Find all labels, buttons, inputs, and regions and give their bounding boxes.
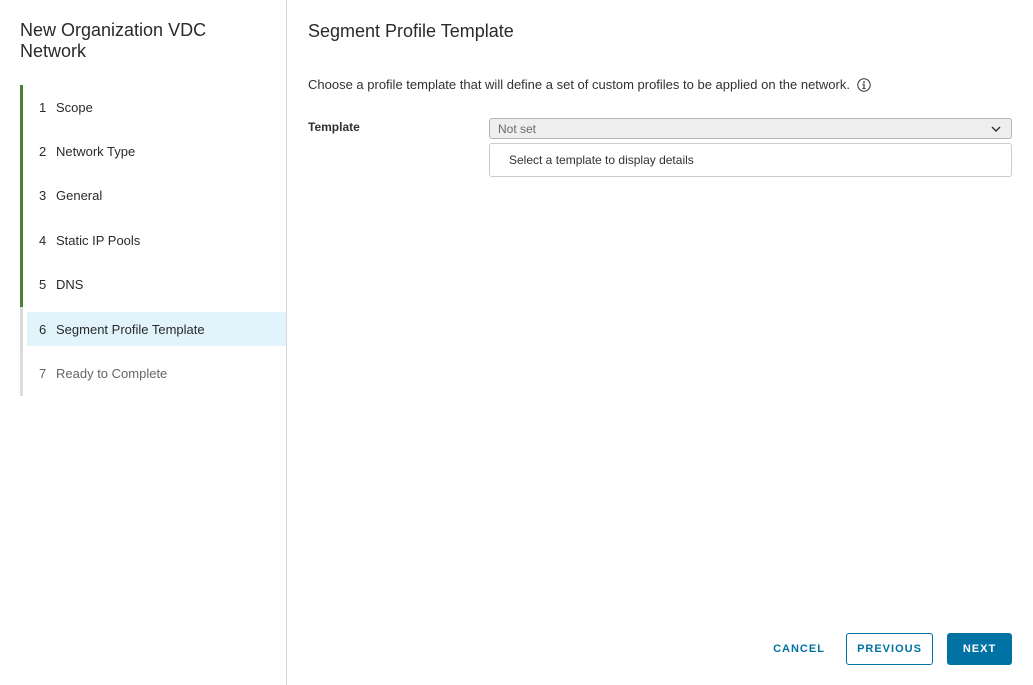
previous-button[interactable]: PREVIOUS <box>846 633 933 665</box>
template-select-value: Not set <box>498 121 537 136</box>
step-general[interactable]: 3 General <box>20 173 286 219</box>
step-number: 4 <box>39 232 47 248</box>
next-button[interactable]: NEXT <box>947 633 1012 665</box>
step-label: Network Type <box>56 144 136 160</box>
step-dns[interactable]: 5 DNS <box>20 262 286 307</box>
page-title: Segment Profile Template <box>308 21 514 41</box>
step-number: 6 <box>39 321 47 337</box>
step-ready-to-complete[interactable]: 7 Ready to Complete <box>20 351 286 396</box>
step-label: DNS <box>56 277 84 293</box>
step-number: 5 <box>39 277 47 293</box>
step-static-ip-pools[interactable]: 4 Static IP Pools <box>20 218 286 263</box>
template-label: Template <box>308 120 360 134</box>
wizard-steps: 1 Scope 2 Network Type 3 General 4 Stati… <box>20 85 286 396</box>
cancel-button[interactable]: CANCEL <box>762 633 836 665</box>
step-label: General <box>56 188 103 204</box>
step-number: 7 <box>39 366 47 382</box>
template-details-placeholder: Select a template to display details <box>509 153 694 167</box>
info-circle-icon[interactable] <box>857 77 871 92</box>
page-description: Choose a profile template that will defi… <box>308 77 871 92</box>
wizard-sidebar: New Organization VDC Network 1 Scope 2 N… <box>0 0 287 685</box>
template-details-panel: Select a template to display details <box>489 143 1012 177</box>
step-label: Segment Profile Template <box>56 321 205 337</box>
template-select[interactable]: Not set <box>489 118 1012 139</box>
wizard-title: New Organization VDC Network <box>20 20 207 61</box>
step-number: 3 <box>39 188 47 204</box>
step-label: Scope <box>56 99 93 115</box>
wizard-dialog: New Organization VDC Network 1 Scope 2 N… <box>0 0 1033 685</box>
chevron-down-icon <box>990 123 1002 135</box>
wizard-content: Segment Profile Template Choose a profil… <box>288 0 1033 685</box>
description-text: Choose a profile template that will defi… <box>308 77 850 92</box>
step-segment-profile-template[interactable]: 6 Segment Profile Template <box>20 306 286 352</box>
step-scope[interactable]: 1 Scope <box>20 85 286 130</box>
step-label: Static IP Pools <box>56 232 141 248</box>
step-label: Ready to Complete <box>56 366 168 382</box>
step-network-type[interactable]: 2 Network Type <box>20 129 286 174</box>
step-number: 1 <box>39 99 47 115</box>
step-number: 2 <box>39 144 47 160</box>
